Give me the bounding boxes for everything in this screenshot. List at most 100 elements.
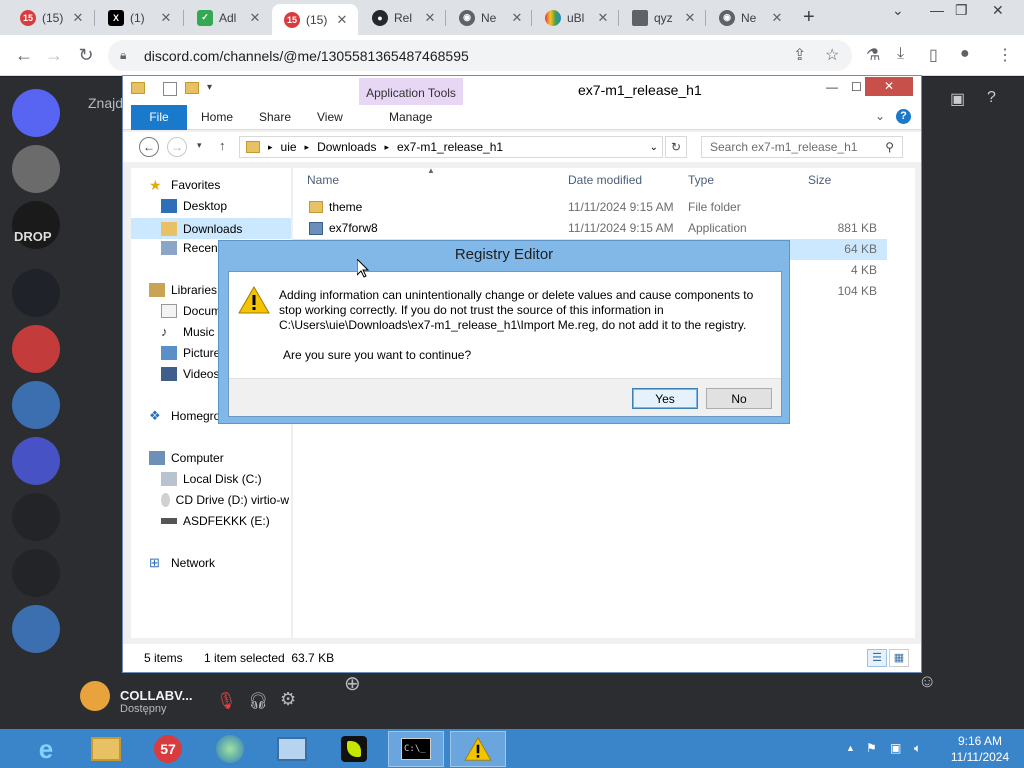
tab-share[interactable]: Share xyxy=(259,105,291,130)
breadcrumb-uie[interactable]: uie xyxy=(281,140,297,154)
browser-tab-active[interactable]: 15 (15) ✕ xyxy=(272,4,358,35)
no-button[interactable]: No xyxy=(706,388,772,409)
headphones-icon[interactable]: 🎧︎ xyxy=(248,691,268,711)
close-tab-icon[interactable]: ✕ xyxy=(595,10,611,26)
app-leaf-icon[interactable] xyxy=(326,731,382,767)
browser-tab[interactable]: ◉ Ne ✕ xyxy=(707,4,793,31)
explorer-title-bar[interactable]: ▾ Application Tools ex7-m1_release_h1 — … xyxy=(123,76,921,105)
command-prompt-icon[interactable]: C:\_ xyxy=(388,731,444,767)
nav-cd-drive[interactable]: CD Drive (D:) virtio-w xyxy=(161,493,289,507)
quick-access-dropdown-icon[interactable]: ▾ xyxy=(207,82,212,93)
tab-manage[interactable]: Manage xyxy=(389,105,432,130)
extensions-icon[interactable]: ⚗ xyxy=(866,45,880,65)
mute-icon[interactable]: 🎙︎ xyxy=(216,691,236,711)
close-tab-icon[interactable]: ✕ xyxy=(70,10,86,26)
nav-pictures[interactable]: Picture xyxy=(161,346,220,360)
browser-tab[interactable]: ✓ Adl ✕ xyxy=(185,4,271,31)
column-size[interactable]: Size xyxy=(808,173,831,187)
discord-home-icon[interactable] xyxy=(12,89,60,137)
browser-tab[interactable]: 15 (15) ✕ xyxy=(8,4,94,31)
close-window-button[interactable]: ✕ xyxy=(992,2,1004,19)
back-arrow-icon[interactable]: ← xyxy=(12,43,36,67)
recent-locations-icon[interactable]: ▾ xyxy=(197,140,202,151)
user-avatar[interactable] xyxy=(80,681,110,711)
column-date-modified[interactable]: Date modified xyxy=(568,173,642,187)
browser-tab[interactable]: qyz ✕ xyxy=(620,4,706,31)
address-breadcrumb[interactable]: ▸ uie ▸ Downloads ▸ ex7-m1_release_h1 ⌄ xyxy=(239,136,663,158)
chevron-down-icon[interactable]: ⌄ xyxy=(650,142,658,153)
server-icon[interactable] xyxy=(12,437,60,485)
nav-network[interactable]: ⊞ Network xyxy=(149,556,215,571)
tab-home[interactable]: Home xyxy=(201,105,233,130)
close-tab-icon[interactable]: ✕ xyxy=(334,12,350,28)
minimize-icon[interactable]: — xyxy=(826,80,838,94)
browser-tab[interactable]: ◉ Ne ✕ xyxy=(447,4,533,31)
tab-view[interactable]: View xyxy=(317,105,343,130)
system-clock[interactable]: 9:16 AM 11/11/2024 xyxy=(944,733,1016,765)
internet-explorer-icon[interactable]: e xyxy=(18,731,74,767)
file-row[interactable]: ex7forw8 11/11/2024 9:15 AM Application … xyxy=(293,218,887,239)
chrome-taskbar-icon[interactable]: 57 xyxy=(140,731,196,767)
new-tab-button[interactable]: + xyxy=(803,6,815,29)
properties-icon[interactable] xyxy=(163,82,177,96)
column-type[interactable]: Type xyxy=(688,173,714,187)
add-attachment-icon[interactable]: ⊕ xyxy=(344,671,361,696)
volume-muted-icon[interactable]: 🔈︎ xyxy=(914,741,921,756)
network-globe-icon[interactable] xyxy=(202,731,258,767)
reload-icon[interactable]: ↻ xyxy=(74,43,98,67)
server-icon[interactable] xyxy=(12,325,60,373)
gear-icon[interactable]: ⚙ xyxy=(280,689,296,710)
network-tray-icon[interactable]: ▣ xyxy=(890,741,901,755)
new-folder-icon[interactable] xyxy=(185,82,199,94)
file-row[interactable]: theme 11/11/2024 9:15 AM File folder xyxy=(293,197,887,218)
help-icon[interactable]: ? xyxy=(896,109,911,124)
share-icon[interactable]: ⇪ xyxy=(793,45,806,65)
up-arrow-icon[interactable]: ↑ xyxy=(219,138,226,153)
tab-file[interactable]: File xyxy=(131,105,187,130)
control-panel-icon[interactable] xyxy=(264,731,320,767)
browser-tab[interactable]: ● Rel ✕ xyxy=(360,4,446,31)
browser-tab[interactable]: X (1) ✕ xyxy=(96,4,182,31)
download-icon[interactable]: ⤓ xyxy=(897,45,904,63)
nav-usb-drive[interactable]: ASDFEKKK (E:) xyxy=(161,514,270,528)
server-icon[interactable] xyxy=(12,493,60,541)
large-icons-view-icon[interactable]: ▦ xyxy=(889,649,909,667)
close-tab-icon[interactable]: ✕ xyxy=(158,10,174,26)
menu-dots-icon[interactable]: ⋮ xyxy=(997,45,1013,65)
nav-homegroup[interactable]: ❖ Homegro xyxy=(149,409,220,424)
emoji-icon[interactable]: ☺ xyxy=(918,671,936,692)
close-tab-icon[interactable]: ✕ xyxy=(422,10,438,26)
details-view-icon[interactable]: ☰ xyxy=(867,649,887,667)
nav-local-disk[interactable]: Local Disk (C:) xyxy=(161,472,262,486)
close-tab-icon[interactable]: ✕ xyxy=(682,10,698,26)
side-panel-icon[interactable]: ▯ xyxy=(929,45,938,65)
bookmark-star-icon[interactable]: ☆ xyxy=(825,45,839,65)
back-button[interactable]: ← xyxy=(139,137,159,157)
help-icon[interactable]: ? xyxy=(987,89,996,107)
warning-taskbar-icon[interactable] xyxy=(450,731,506,767)
server-icon[interactable] xyxy=(12,381,60,429)
search-input[interactable]: Search ex7-m1_release_h1 ⚲ xyxy=(701,136,903,158)
nav-videos[interactable]: Videos xyxy=(161,367,219,381)
minimize-button[interactable]: — xyxy=(930,2,944,18)
nav-downloads[interactable]: Downloads xyxy=(131,218,291,239)
expand-ribbon-icon[interactable]: ⌄ xyxy=(875,109,885,123)
close-button[interactable]: ✕ xyxy=(865,77,913,96)
nav-recent[interactable]: Recent xyxy=(161,241,221,255)
address-bar[interactable]: 🔒︎ discord.com/channels/@me/130558136548… xyxy=(108,40,852,71)
tab-search-icon[interactable]: ⌄ xyxy=(892,2,904,19)
close-tab-icon[interactable]: ✕ xyxy=(509,10,525,26)
close-tab-icon[interactable]: ✕ xyxy=(769,10,785,26)
nav-libraries[interactable]: Libraries xyxy=(149,283,217,297)
breadcrumb-downloads[interactable]: Downloads xyxy=(317,140,376,154)
close-tab-icon[interactable]: ✕ xyxy=(247,10,263,26)
breadcrumb-current[interactable]: ex7-m1_release_h1 xyxy=(397,140,503,154)
nav-computer[interactable]: Computer xyxy=(149,451,224,465)
browser-tab[interactable]: uBl ✕ xyxy=(533,4,619,31)
server-icon[interactable] xyxy=(12,145,60,193)
inbox-icon[interactable]: ▣ xyxy=(950,89,965,109)
action-center-flag-icon[interactable]: ⚑ xyxy=(866,741,877,755)
forward-arrow-icon[interactable]: → xyxy=(42,43,66,67)
nav-desktop[interactable]: Desktop xyxy=(161,199,227,213)
server-icon[interactable] xyxy=(12,605,60,653)
